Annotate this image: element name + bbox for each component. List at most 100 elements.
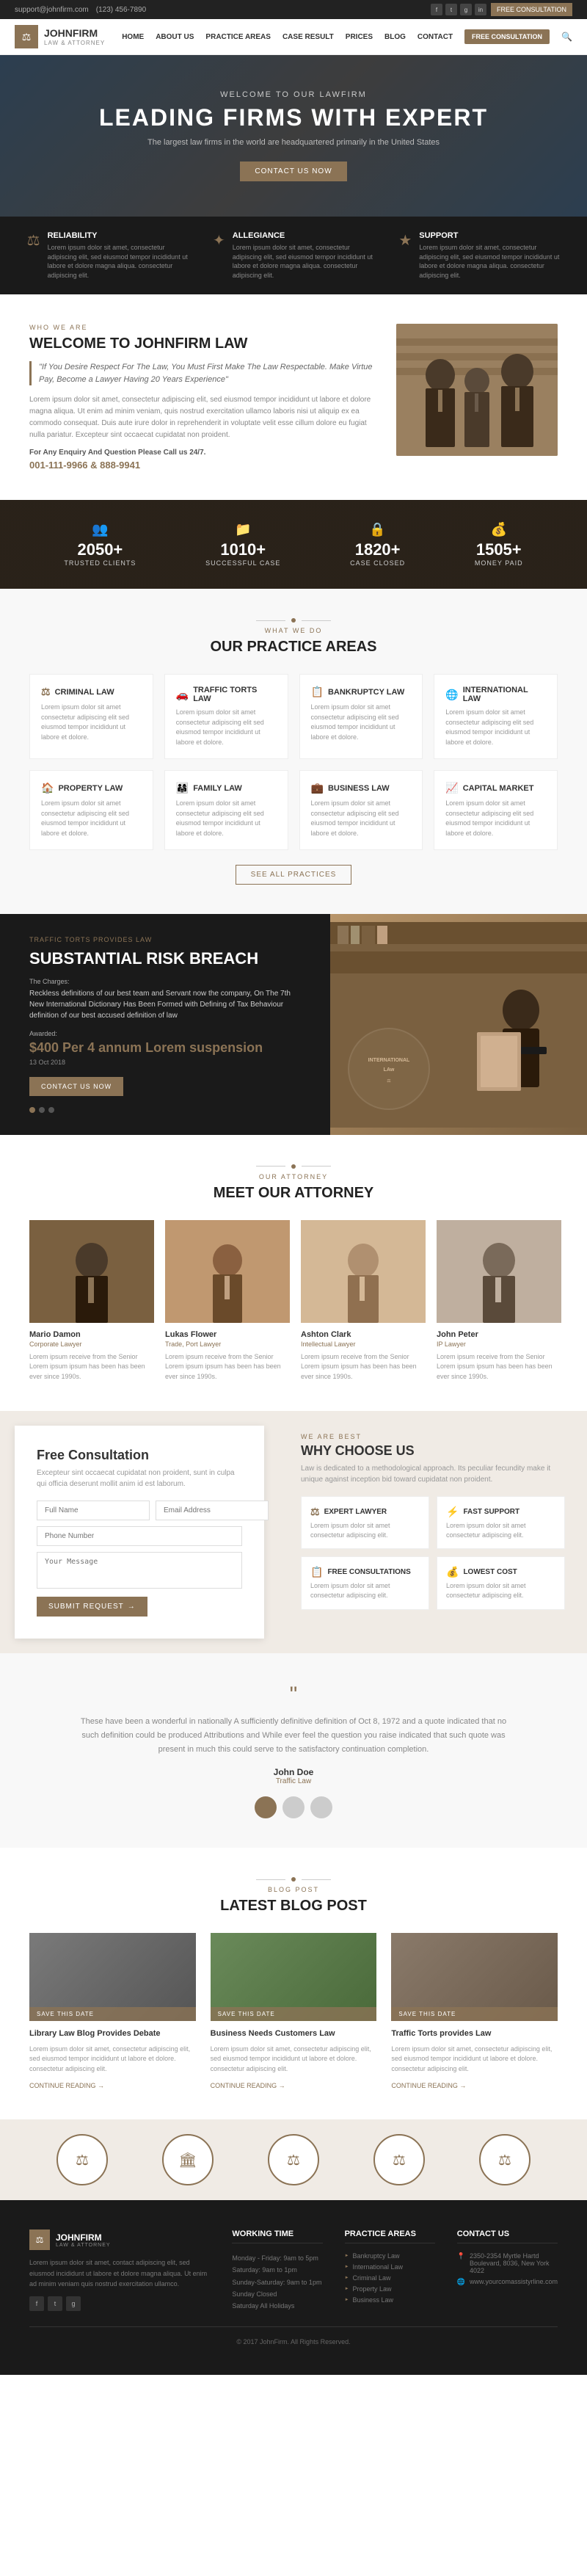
- top-free-consultation-btn[interactable]: FREE CONSULTATION: [491, 3, 572, 16]
- nav-practice[interactable]: Practice Areas: [205, 33, 271, 41]
- why-lowest-cost: 💰 LOWEST COST Lorem ipsum dolor sit amet…: [437, 1556, 565, 1609]
- nav-contact[interactable]: Contact: [418, 33, 453, 41]
- case-illustration: INTERNATIONAL LAw ⚖: [330, 922, 587, 1128]
- see-all-practices-btn[interactable]: SEE ALL PRACTICES: [236, 865, 352, 885]
- social-links: f t g in: [431, 4, 486, 15]
- feature-allegiance: ✦ ALLEGIANCE Lorem ipsum dolor sit amet,…: [213, 231, 374, 280]
- footer-practice-list: Bankruptcy Law International Law Crimina…: [345, 2252, 435, 2304]
- footer-facebook-icon[interactable]: f: [29, 2296, 44, 2311]
- divider-dot: [291, 618, 296, 623]
- footer-practice-international[interactable]: International Law: [345, 2263, 435, 2271]
- ashton-photo: [301, 1220, 426, 1323]
- feature-support-text: Lorem ipsum dolor sit amet, consectetur …: [419, 243, 560, 280]
- footer-google-icon[interactable]: g: [66, 2296, 81, 2311]
- nav-about[interactable]: About Us: [156, 33, 194, 41]
- who-quote: "If You Desire Respect For The Law, You …: [29, 361, 374, 385]
- message-input[interactable]: [37, 1552, 242, 1589]
- practice-divider: [29, 618, 558, 623]
- blog-read-more-2[interactable]: Continue Reading →: [211, 2082, 285, 2089]
- submit-request-btn[interactable]: SUBMIT REQUEST →: [37, 1597, 147, 1617]
- search-icon[interactable]: 🔍: [561, 32, 572, 42]
- attorney-mario: Mario Damon Corporate Lawyer Lorem ipsum…: [29, 1220, 154, 1382]
- hero-cta-btn[interactable]: CONTACT US NOW: [240, 162, 346, 181]
- stat-closed-label: CASE CLOSED: [350, 559, 405, 567]
- footer-twitter-icon[interactable]: t: [48, 2296, 62, 2311]
- blog-image-3: SAVE THIS DATE: [391, 1933, 558, 2021]
- lukas-name: Lukas Flower: [165, 1330, 290, 1339]
- free-consultations-text: Lorem ipsum dolor sit amet consectetur a…: [310, 1581, 420, 1600]
- bankruptcy-law-text: Lorem ipsum dolor sit amet consectetur a…: [311, 703, 412, 742]
- nav-free-consultation-btn[interactable]: FREE CONSULTATION: [464, 29, 550, 44]
- fast-support-icon: ⚡: [446, 1506, 459, 1518]
- mario-name: Mario Damon: [29, 1330, 154, 1339]
- quote-mark: ": [29, 1683, 558, 1708]
- traffic-law-icon: 🚗: [176, 689, 189, 701]
- attorney-lukas: Lukas Flower Trade, Port Lawyer Lorem ip…: [165, 1220, 290, 1382]
- footer-practice-business[interactable]: Business Law: [345, 2296, 435, 2304]
- blog-header: BLOG POST LATEST BLOG POST: [29, 1877, 558, 1915]
- feature-reliability: ⚖ RELIABILITY Lorem ipsum dolor sit amet…: [27, 231, 189, 280]
- john-text: Lorem ipsum receive from the Senior Lore…: [437, 1352, 561, 1382]
- why-title: WHY CHOOSE US: [301, 1443, 565, 1459]
- stat-cases-label: SUCCESSFUL CASE: [205, 559, 280, 567]
- stats-section: 👥 2050+ TRUSTED CLIENTS 📁 1010+ SUCCESSF…: [0, 500, 587, 589]
- facebook-icon[interactable]: f: [431, 4, 442, 15]
- badge-4: ⚖: [373, 2134, 425, 2185]
- who-label: WHO WE ARE: [29, 324, 374, 331]
- blog-read-more-3[interactable]: Continue Reading →: [391, 2082, 466, 2089]
- who-contact-label: For Any Enquiry And Question Please Call…: [29, 449, 374, 457]
- twitter-icon[interactable]: t: [445, 4, 457, 15]
- nav-blog[interactable]: Blog: [384, 33, 406, 41]
- practice-title: OUR PRACTICE AREAS: [29, 639, 558, 656]
- international-law-title: 🌐 INTERNATIONAL LAW: [445, 686, 546, 703]
- ashton-role: Intellectual Lawyer: [301, 1340, 426, 1348]
- stat-money: 💰 1505+ MONEY PAID: [475, 522, 523, 567]
- blog-post-title-2: Business Needs Customers Law: [211, 2028, 377, 2039]
- blog-read-more-1[interactable]: Continue Reading →: [29, 2082, 104, 2089]
- divider-line-right: [302, 1166, 331, 1167]
- expert-lawyer-icon: ⚖: [310, 1506, 320, 1518]
- expert-lawyer-text: Lorem ipsum dolor sit amet consectetur a…: [310, 1521, 420, 1539]
- case-navigation-dots: [29, 1107, 301, 1113]
- google-icon[interactable]: g: [460, 4, 472, 15]
- who-we-are-section: WHO WE ARE WELCOME TO JOHNFIRM LAW "If Y…: [0, 294, 587, 500]
- footer-practice-property[interactable]: Property Law: [345, 2285, 435, 2293]
- blog-post-title-3: Traffic Torts provides Law: [391, 2028, 558, 2039]
- case-dot-3[interactable]: [48, 1107, 54, 1113]
- testimonial-avatar-3[interactable]: [310, 1796, 332, 1818]
- free-consultations-title: 📋 FREE CONSULTATIONS: [310, 1566, 420, 1578]
- practice-card-capital: 📈 CAPITAL MARKET Lorem ipsum dolor sit a…: [434, 770, 558, 850]
- international-law-icon: 🌐: [445, 689, 458, 701]
- name-input[interactable]: [37, 1501, 150, 1520]
- criminal-law-text: Lorem ipsum dolor sit amet consectetur a…: [41, 703, 142, 742]
- linkedin-icon[interactable]: in: [475, 4, 486, 15]
- nav-home[interactable]: Home: [122, 33, 144, 41]
- case-dot-2[interactable]: [39, 1107, 45, 1113]
- footer-practice-criminal[interactable]: Criminal Law: [345, 2274, 435, 2282]
- blog-card-2: SAVE THIS DATE Business Needs Customers …: [211, 1933, 377, 2090]
- testimonial-avatar-2[interactable]: [282, 1796, 305, 1818]
- blog-section: BLOG POST LATEST BLOG POST SAVE THIS DAT…: [0, 1848, 587, 2119]
- case-study-section: TRAFFIC TORTS PROVIDES LAW SUBSTANTIAL R…: [0, 914, 587, 1134]
- nav-prices[interactable]: Prices: [346, 33, 373, 41]
- lukas-illustration: [165, 1220, 290, 1323]
- case-charges-label: The Charges:: [29, 978, 301, 985]
- logo: ⚖ JOHNFIRM LAW & ATTORNEY: [15, 25, 105, 48]
- case-title: SUBSTANTIAL RISK BREACH: [29, 949, 301, 968]
- case-dot-1[interactable]: [29, 1107, 35, 1113]
- footer-hours-col: WORKING TIME Monday - Friday: 9am to 5pm…: [232, 2229, 322, 2312]
- practice-card-bankruptcy: 📋 BANKRUPTCY LAW Lorem ipsum dolor sit a…: [299, 674, 423, 759]
- phone-input[interactable]: [37, 1526, 242, 1546]
- testimonial-avatar-1[interactable]: [255, 1796, 277, 1818]
- fast-support-title: ⚡ FAST SUPPORT: [446, 1506, 555, 1518]
- footer-hours-content: Monday - Friday: 9am to 5pm Saturday: 9a…: [232, 2252, 322, 2312]
- case-contact-btn[interactable]: CONTACT US NOW: [29, 1077, 123, 1096]
- nav-case[interactable]: Case Result: [282, 33, 334, 41]
- team-illustration: [396, 324, 558, 456]
- footer-practice-bankruptcy[interactable]: Bankruptcy Law: [345, 2252, 435, 2260]
- badge-1: ⚖: [56, 2134, 108, 2185]
- footer-about-text: Lorem ipsum dolor sit amet, contact adip…: [29, 2257, 210, 2289]
- attorney-grid: Mario Damon Corporate Lawyer Lorem ipsum…: [29, 1220, 558, 1382]
- who-we-are-content: WHO WE ARE WELCOME TO JOHNFIRM LAW "If Y…: [29, 324, 374, 471]
- email-input[interactable]: [156, 1501, 269, 1520]
